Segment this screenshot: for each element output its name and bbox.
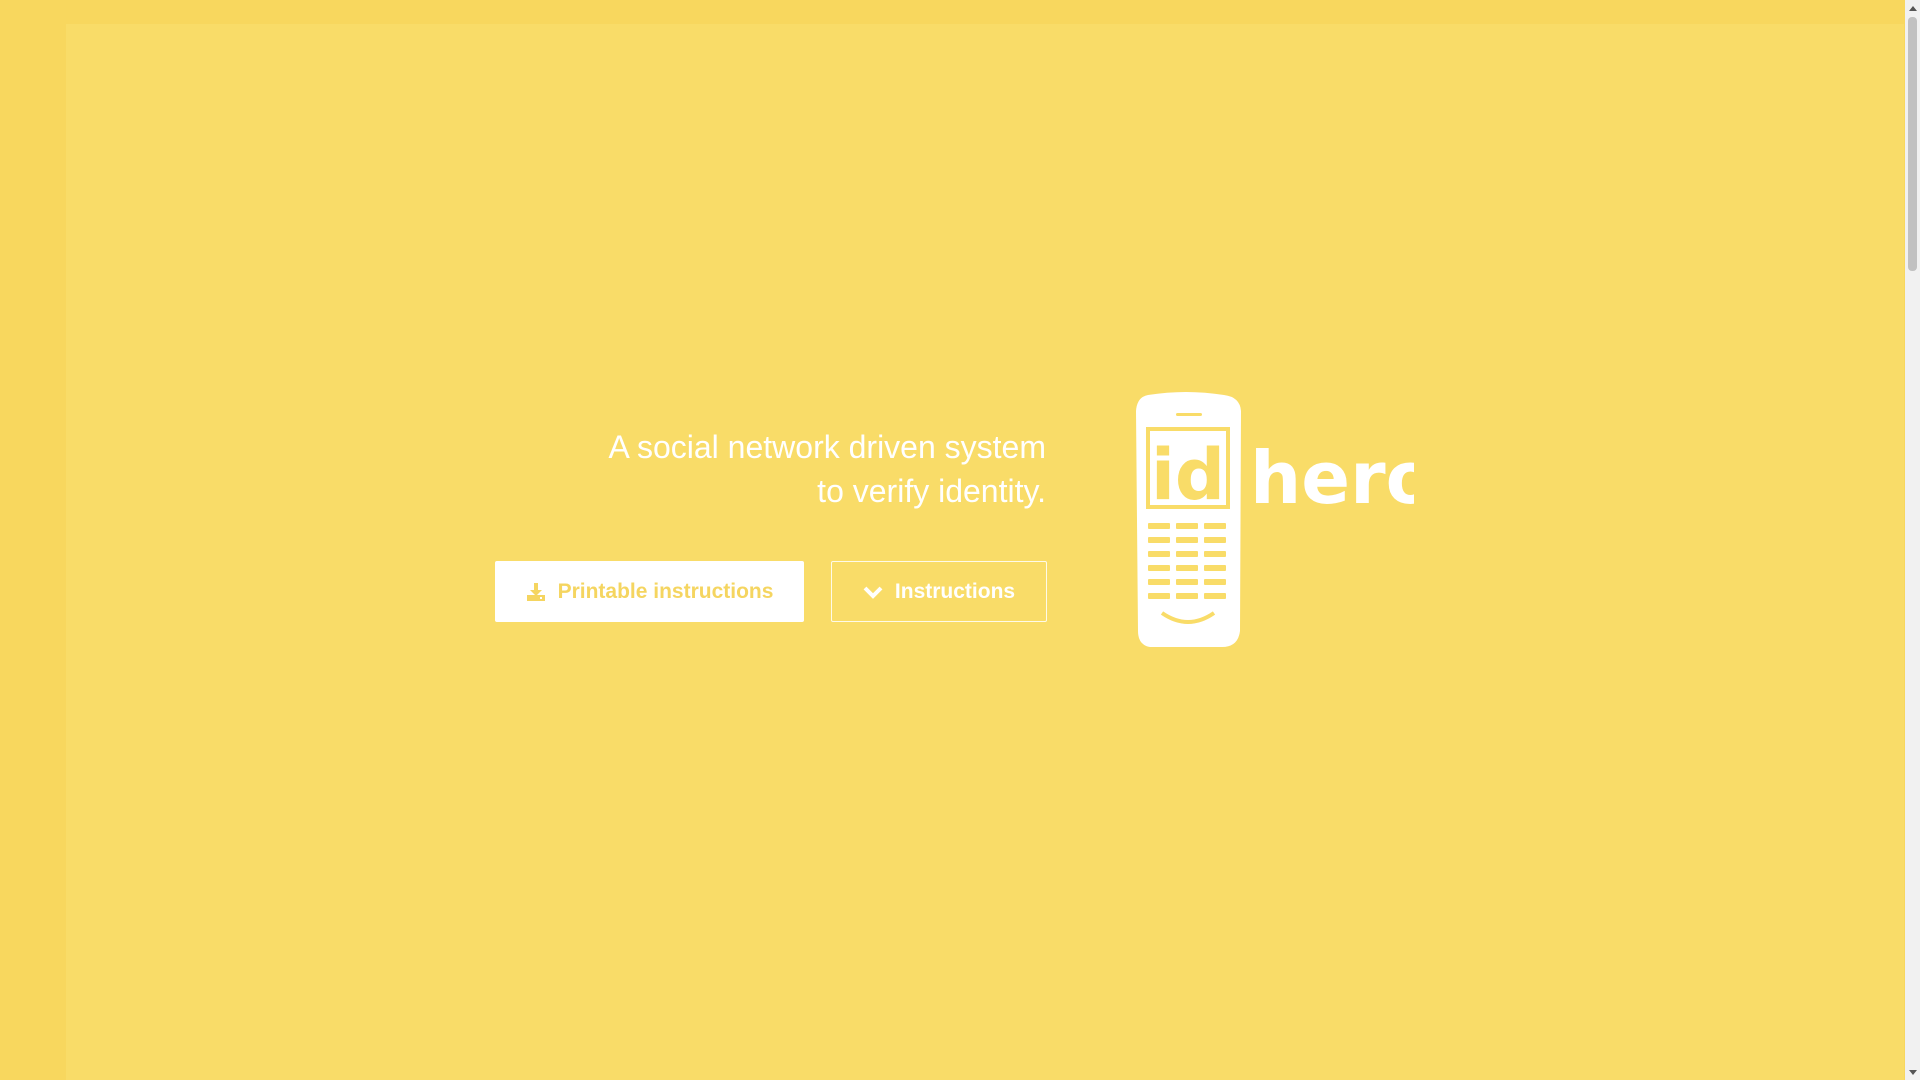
instructions-label: Instructions: [894, 579, 1016, 603]
tagline-line-2: to verify identity.: [817, 473, 1046, 509]
vertical-scrollbar[interactable]: [1905, 0, 1920, 1080]
scrollbar-thumb[interactable]: [1908, 17, 1917, 271]
logo-id-text: id: [1151, 434, 1225, 516]
printable-instructions-button[interactable]: Printable instructions: [495, 561, 804, 622]
logo-name-text: hero: [1250, 436, 1414, 520]
tagline-line-1: A social network driven system: [608, 429, 1047, 465]
hero-tagline: A social network driven system to verify…: [609, 425, 1047, 513]
download-icon: [526, 582, 546, 602]
instructions-button[interactable]: Instructions: [831, 561, 1047, 622]
scroll-down-arrow-icon[interactable]: [1905, 1065, 1920, 1080]
hero-panel: [66, 24, 1904, 1080]
scroll-up-arrow-icon[interactable]: [1905, 0, 1920, 15]
printable-instructions-label: Printable instructions: [557, 579, 774, 603]
page: A social network driven system to verify…: [0, 0, 1920, 1080]
chevron-down-icon: [863, 585, 883, 599]
idhero-logo: id hero: [1134, 391, 1435, 656]
